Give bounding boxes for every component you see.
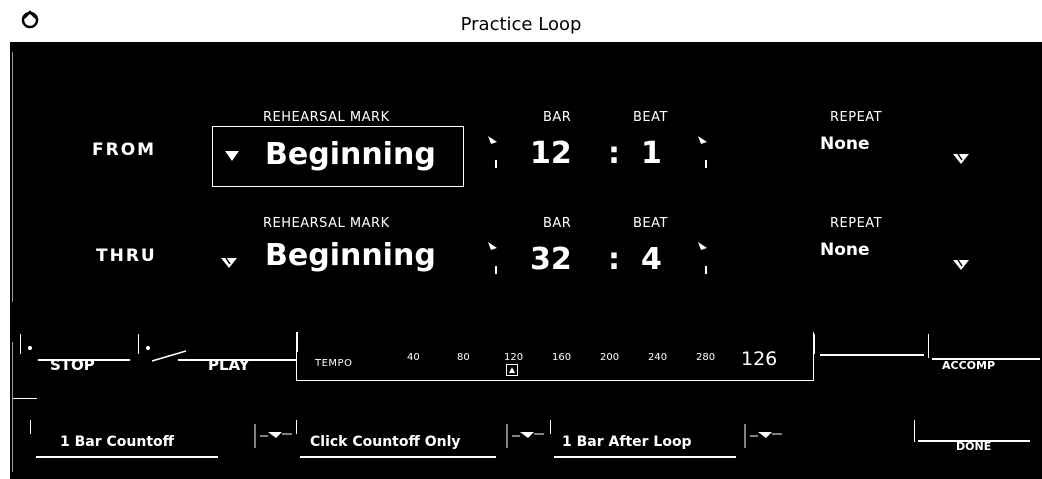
thru-bar-label: BAR [543,216,572,231]
tempo-label: TEMPO [315,358,353,369]
thru-beat-stepper-icon[interactable] [696,240,712,276]
thru-repeat-dropdown-icon[interactable] [952,258,970,272]
thru-rehearsal-mark-value[interactable]: Beginning [265,238,436,273]
tempo-tick-80: 80 [457,352,470,363]
play-label: PLAY [208,356,250,374]
tempo-tick-120: 120 [504,352,524,363]
slider-right-segment [814,334,924,374]
thru-separator: : [608,242,620,277]
click-check-icon[interactable] [506,422,548,450]
done-label: DONE [956,440,992,453]
window-title: Practice Loop [460,14,582,35]
accomp-button[interactable]: ACCOMP [928,334,1040,374]
tempo-tick-240: 240 [648,352,668,363]
countoff-check-icon[interactable] [254,422,296,450]
from-bar-value[interactable]: 12 [530,136,572,171]
click-countoff-button[interactable]: Click Countoff Only [296,420,496,464]
tempo-tick-200: 200 [600,352,620,363]
countoff-label: 1 Bar Countoff [60,434,174,450]
play-button[interactable]: PLAY [138,334,296,374]
from-repeat-label: REPEAT [830,110,883,125]
from-repeat-dropdown-icon[interactable] [952,152,970,166]
thru-rehearsal-mark-label: REHEARSAL MARK [263,216,390,231]
after-loop-check-icon[interactable] [744,422,786,450]
from-beat-stepper-icon[interactable] [696,134,712,170]
thru-label: THRU [96,246,157,266]
thru-rehearsal-dropdown-icon[interactable] [220,256,238,270]
from-rehearsal-mark-value: Beginning [265,137,436,172]
from-beat-label: BEAT [633,110,668,125]
after-loop-label: 1 Bar After Loop [562,434,692,450]
left-edge-line [12,52,13,302]
tempo-value: 126 [741,348,778,370]
thru-repeat-label: REPEAT [830,216,883,231]
after-loop-button[interactable]: 1 Bar After Loop [550,420,736,464]
done-button[interactable]: DONE [914,420,1030,464]
click-countoff-label: Click Countoff Only [310,434,461,450]
from-label: FROM [92,140,157,160]
triangle-down-icon [225,151,239,161]
title-bar: Practice Loop [0,0,1042,42]
thru-beat-value[interactable]: 4 [641,242,662,277]
tempo-slider-thumb-icon[interactable] [506,364,518,376]
stop-label: STOP [50,356,95,374]
tempo-tick-160: 160 [552,352,572,363]
from-bar-label: BAR [543,110,572,125]
from-rehearsal-mark-dropdown[interactable]: Beginning [212,126,464,187]
tempo-tick-40: 40 [407,352,420,363]
from-mark-stepper-icon[interactable] [486,134,502,170]
from-rehearsal-mark-label: REHEARSAL MARK [263,110,390,125]
stop-button[interactable]: STOP [20,334,130,374]
tempo-tick-280: 280 [696,352,716,363]
thru-repeat-value: None [820,240,870,260]
from-repeat-value: None [820,134,870,154]
thru-bar-value[interactable]: 32 [530,242,572,277]
thru-beat-label: BEAT [633,216,668,231]
from-beat-value[interactable]: 1 [641,136,662,171]
tempo-slider[interactable]: TEMPO 40 80 120 160 200 240 280 126 [296,332,814,381]
practice-loop-panel: FROM REHEARSAL MARK Beginning BAR BEAT 1… [10,42,1042,479]
accomp-label: ACCOMP [942,359,996,372]
thru-mark-stepper-icon[interactable] [486,240,502,276]
countoff-button[interactable]: 1 Bar Countoff [30,420,218,464]
from-separator: : [608,136,620,171]
